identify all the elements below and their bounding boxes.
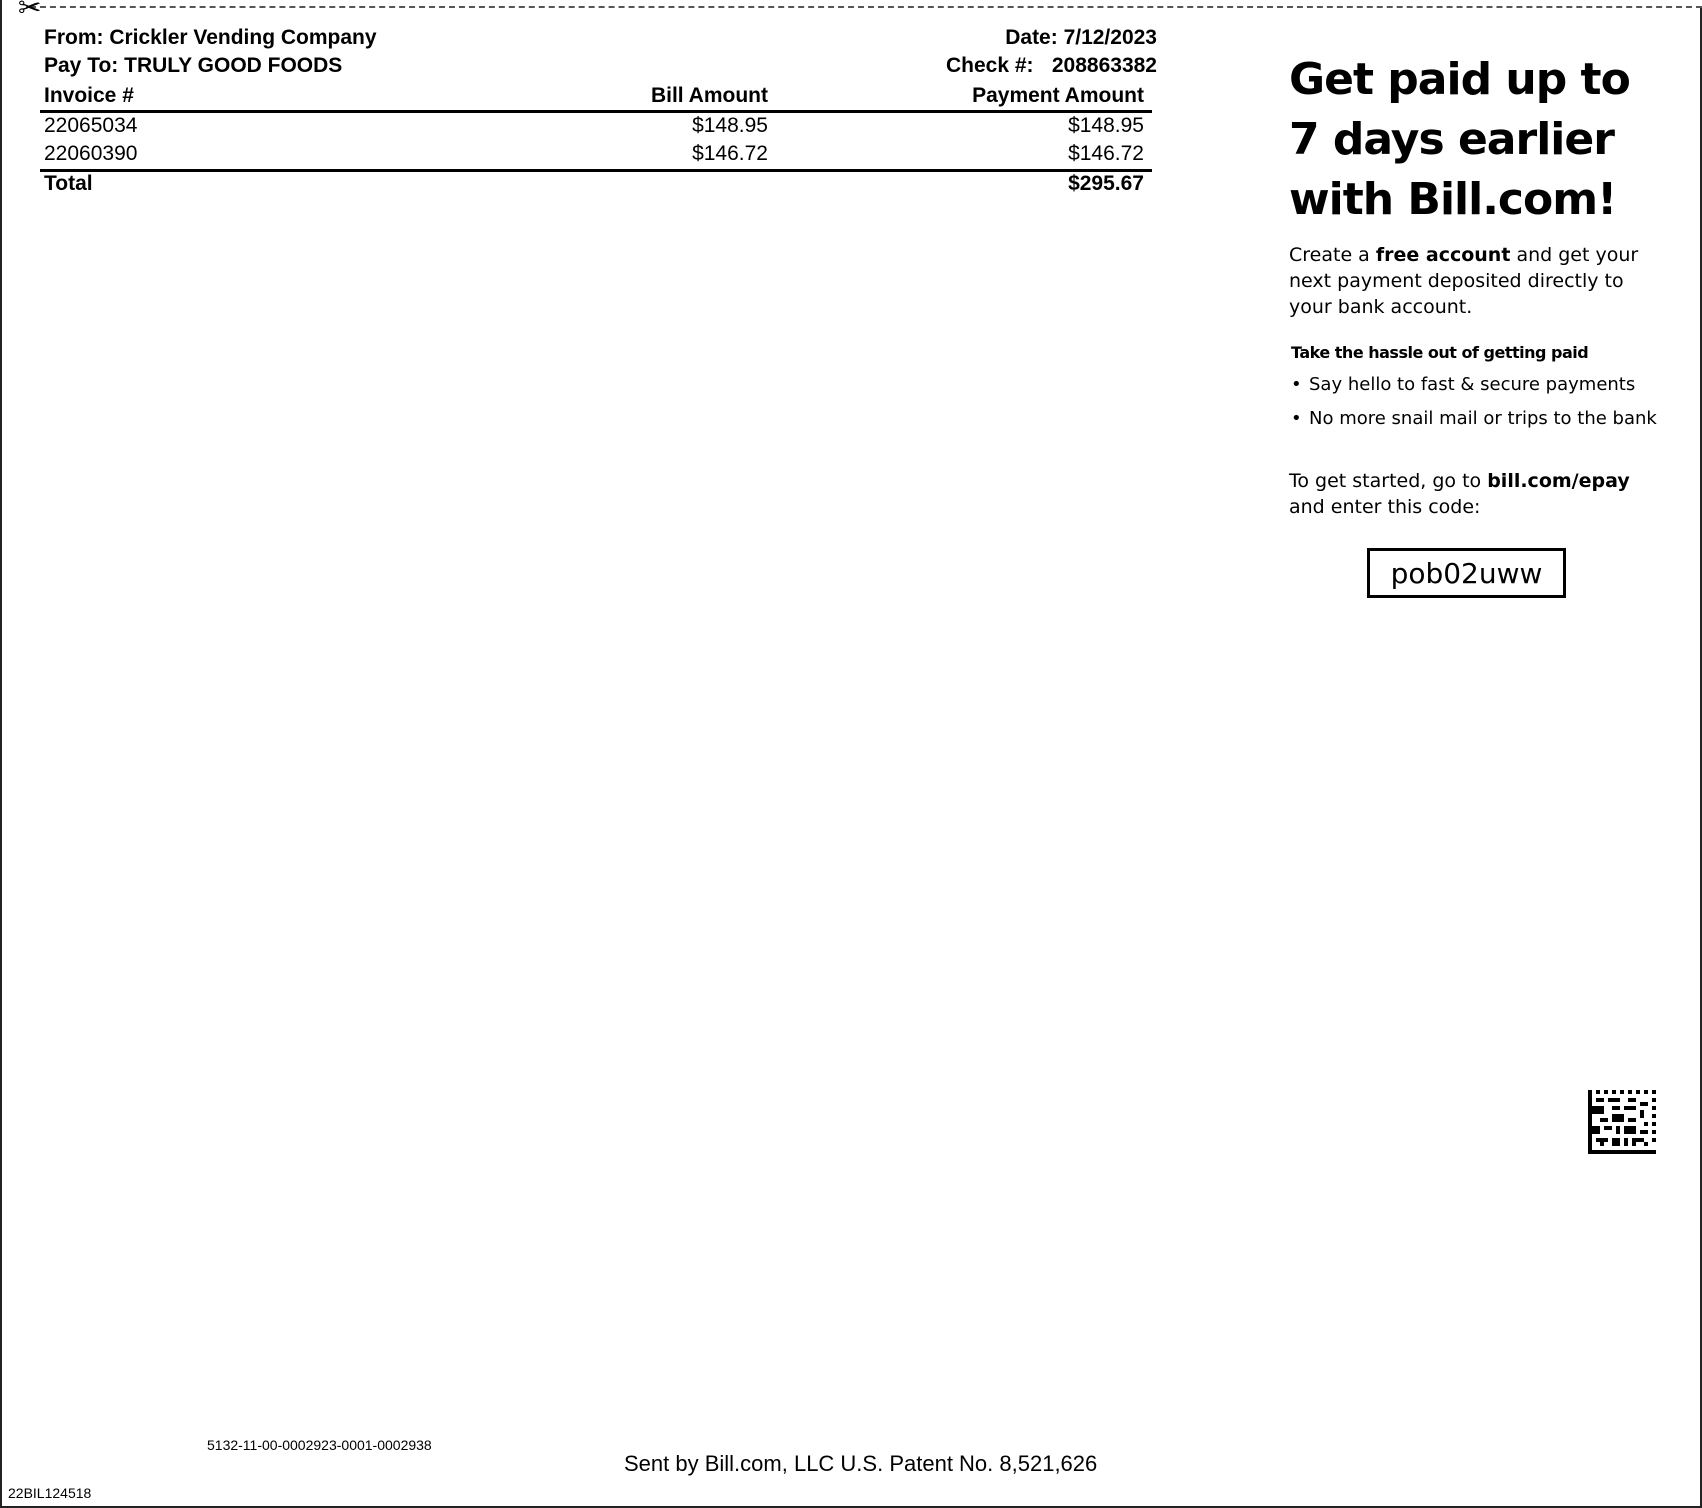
table-row-1-invoice: 22065034 <box>44 114 138 137</box>
table-row-1-bill: $148.95 <box>692 114 768 137</box>
document-id: 22BIL124518 <box>8 1485 92 1501</box>
list-item: Say hello to fast & secure payments <box>1291 368 1657 402</box>
list-item: No more snail mail or trips to the bank <box>1291 402 1657 436</box>
promo-get-started-pre: To get started, go to <box>1289 470 1488 492</box>
check-label: Check #: <box>946 54 1034 77</box>
total-amount: $295.67 <box>1068 172 1144 195</box>
column-header-invoice: Invoice # <box>44 84 134 107</box>
table-row-1-payment: $148.95 <box>1068 114 1144 137</box>
promo-intro-line-3: your bank account. <box>1289 296 1473 318</box>
promo-subhead: Take the hassle out of getting paid <box>1291 343 1589 362</box>
check-number: 208863382 <box>1051 54 1157 77</box>
promo-code-box: pob02uww <box>1367 548 1566 598</box>
pay-to-line: Pay To: TRULY GOOD FOODS <box>44 54 343 77</box>
promo-intro-post: and get your <box>1510 244 1639 266</box>
promo-get-started-line-2: and enter this code: <box>1289 496 1481 518</box>
perforation-line <box>30 6 1702 8</box>
promo-intro-line-2: next payment deposited directly to <box>1289 270 1624 292</box>
table-header-rule <box>40 110 1152 113</box>
column-header-bill-amount: Bill Amount <box>650 84 768 107</box>
tracking-number: 5132-11-00-0002923-0001-0002938 <box>207 1437 432 1453</box>
table-row-2-payment: $146.72 <box>1068 142 1144 165</box>
promo-code: pob02uww <box>1390 556 1543 590</box>
page-left-edge <box>0 0 2 1508</box>
promo-bullet-list: Say hello to fast & secure payments No m… <box>1291 368 1657 436</box>
table-row-2-invoice: 22060390 <box>44 142 138 165</box>
promo-intro-bold: free account <box>1375 244 1511 266</box>
promo-epay-link[interactable]: bill.com/epay <box>1487 470 1630 492</box>
total-label: Total <box>44 172 93 195</box>
column-header-payment-amount: Payment Amount <box>972 84 1144 107</box>
promo-intro-pre: Create a <box>1289 244 1376 266</box>
promo-intro: Create a free account and get your next … <box>1289 242 1638 320</box>
sent-by-line: Sent by Bill.com, LLC U.S. Patent No. 8,… <box>624 1451 1098 1476</box>
date-line: Date: 7/12/2023 <box>1005 26 1157 49</box>
promo-headline-line-1: Get paid up to <box>1289 54 1631 105</box>
from-line: From: Crickler Vending Company <box>44 26 377 49</box>
scissors-icon: ✂ <box>18 0 42 24</box>
promo-headline-line-3: with Bill.com! <box>1289 174 1617 225</box>
promo-get-started: To get started, go to bill.com/epay and … <box>1289 468 1630 520</box>
datamatrix-barcode-icon <box>1588 1090 1656 1154</box>
table-row-2-bill: $146.72 <box>692 142 768 165</box>
table-total-rule <box>40 169 1152 172</box>
promo-headline-line-2: 7 days earlier <box>1289 114 1615 165</box>
